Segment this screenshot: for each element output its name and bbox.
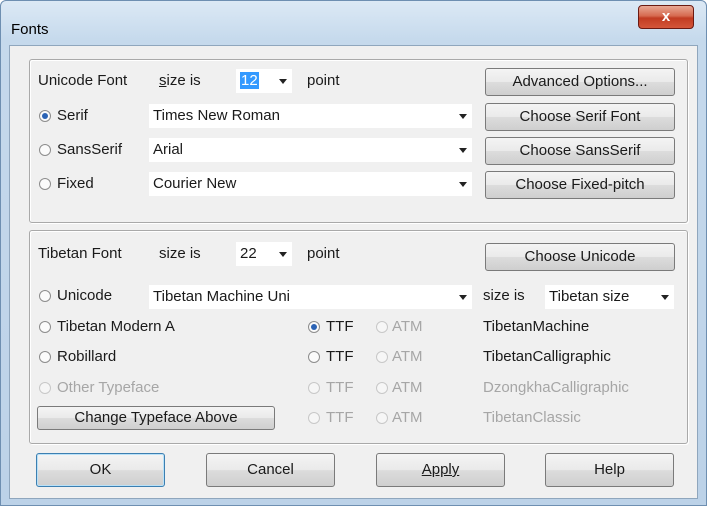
sansserif-radio[interactable] xyxy=(39,144,51,156)
unicode-size-combo[interactable]: 12 xyxy=(235,68,293,94)
chevron-down-icon xyxy=(279,79,287,84)
cancel-button[interactable]: Cancel xyxy=(206,453,335,487)
choose-unicode-button[interactable]: Choose Unicode xyxy=(485,243,675,271)
modern-font-name: TibetanMachine xyxy=(483,318,590,335)
serif-radio[interactable] xyxy=(39,110,51,122)
other-ttf-radio xyxy=(308,382,320,394)
serif-font-combo[interactable]: Times New Roman xyxy=(148,103,473,129)
tibetan-unicode-radio[interactable] xyxy=(39,290,51,302)
serif-label[interactable]: Serif xyxy=(57,107,88,125)
choose-fixed-pitch-button[interactable]: Choose Fixed-pitch xyxy=(485,171,675,199)
tibetan-modern-label[interactable]: Tibetan Modern A xyxy=(57,318,175,336)
tibetan-size-type-combo[interactable]: Tibetan size xyxy=(544,284,675,310)
change-atm-radio xyxy=(376,412,388,424)
chevron-down-icon xyxy=(459,295,467,300)
sansserif-label[interactable]: SansSerif xyxy=(57,141,122,159)
chevron-down-icon xyxy=(279,252,287,257)
other-atm-radio xyxy=(376,382,388,394)
other-font-name: DzongkhaCalligraphic xyxy=(483,379,629,396)
tibetan-size-is-label: size is xyxy=(483,287,525,304)
tibetan-size-combo[interactable]: 22 xyxy=(235,241,293,267)
choose-serif-font-button[interactable]: Choose Serif Font xyxy=(485,103,675,131)
change-font-name: TibetanClassic xyxy=(483,409,581,426)
unicode-size-label-rest: ize is xyxy=(166,72,201,89)
ok-button[interactable]: OK xyxy=(36,453,165,487)
change-ttf-label: TTF xyxy=(326,409,354,426)
modern-ttf-radio[interactable] xyxy=(308,321,320,333)
fixed-font-combo[interactable]: Courier New xyxy=(148,171,473,197)
change-atm-label: ATM xyxy=(392,409,423,426)
tibetan-font-label: Tibetan Font xyxy=(38,245,122,262)
help-button[interactable]: Help xyxy=(545,453,674,487)
tibetan-unicode-font-combo[interactable]: Tibetan Machine Uni xyxy=(148,284,473,310)
robillard-label[interactable]: Robillard xyxy=(57,348,116,366)
window-title: Fonts xyxy=(11,21,49,38)
dialog-client-area: Unicode Font size is 12 point Advanced O… xyxy=(9,45,698,499)
unicode-size-value: 12 xyxy=(240,72,259,89)
other-typeface-radio xyxy=(39,382,51,394)
modern-atm-label: ATM xyxy=(392,318,423,335)
tibetan-point-label: point xyxy=(307,245,340,262)
fonts-dialog: Fonts x Unicode Font size is 12 point Ad… xyxy=(0,0,707,506)
robillard-atm-radio xyxy=(376,351,388,363)
modern-ttf-label[interactable]: TTF xyxy=(326,318,354,336)
robillard-atm-label: ATM xyxy=(392,348,423,365)
sansserif-font-combo[interactable]: Arial xyxy=(148,137,473,163)
chevron-down-icon xyxy=(661,295,669,300)
close-button[interactable]: x xyxy=(638,5,694,29)
fixed-label[interactable]: Fixed xyxy=(57,175,94,193)
change-typeface-button[interactable]: Change Typeface Above xyxy=(37,406,275,430)
other-atm-label: ATM xyxy=(392,379,423,396)
unicode-point-label: point xyxy=(307,72,340,89)
robillard-font-name: TibetanCalligraphic xyxy=(483,348,611,365)
tibetan-size-label: size is xyxy=(159,245,201,262)
unicode-font-label: Unicode Font xyxy=(38,72,128,89)
unicode-size-label: size is xyxy=(159,72,201,89)
title-bar: Fonts x xyxy=(1,1,706,45)
choose-sansserif-button[interactable]: Choose SansSerif xyxy=(485,137,675,165)
change-ttf-radio xyxy=(308,412,320,424)
chevron-down-icon xyxy=(459,148,467,153)
modern-atm-radio xyxy=(376,321,388,333)
close-icon: x xyxy=(661,8,671,25)
other-ttf-label: TTF xyxy=(326,379,354,396)
chevron-down-icon xyxy=(459,182,467,187)
robillard-ttf-radio[interactable] xyxy=(308,351,320,363)
other-typeface-label: Other Typeface xyxy=(57,379,160,396)
fixed-radio[interactable] xyxy=(39,178,51,190)
tibetan-modern-radio[interactable] xyxy=(39,321,51,333)
robillard-ttf-label[interactable]: TTF xyxy=(326,348,354,366)
tibetan-unicode-label[interactable]: Unicode xyxy=(57,287,112,305)
chevron-down-icon xyxy=(459,114,467,119)
apply-button[interactable]: Apply xyxy=(376,453,505,487)
robillard-radio[interactable] xyxy=(39,351,51,363)
advanced-options-button[interactable]: Advanced Options... xyxy=(485,68,675,96)
